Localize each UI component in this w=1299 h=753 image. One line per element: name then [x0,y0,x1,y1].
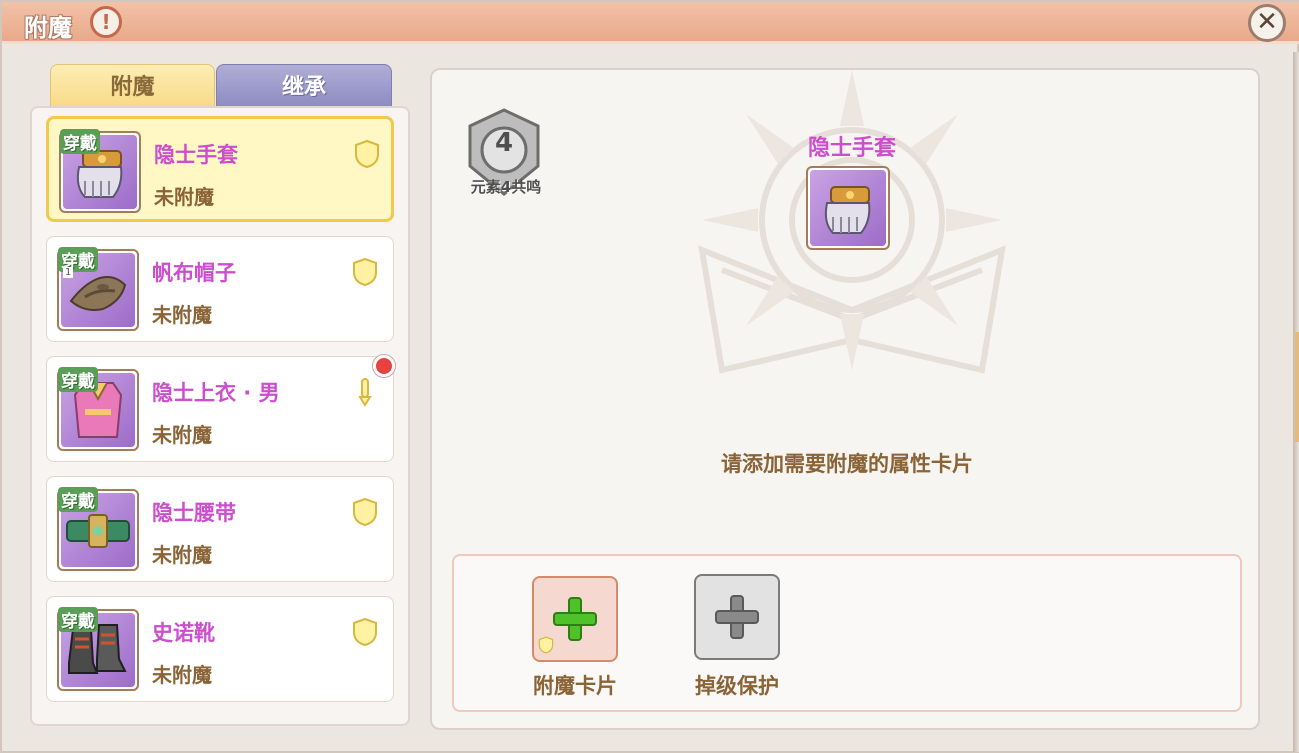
item-name: 隐士上衣 · 男 [152,381,280,405]
add-card-hint: 请添加需要附魔的属性卡片 [721,452,973,476]
item-status: 未附魔 [154,185,214,209]
notification-dot [373,355,395,377]
list-item-hermit-gloves[interactable]: 穿戴 隐士手套 未附魔 [46,116,394,222]
item-icon-frame: 穿戴 [57,487,139,571]
item-name: 隐士腰带 [152,501,236,525]
enchant-window: 附魔 ! ✕ 附魔 继承 穿戴 隐士手套 未附魔 穿戴 1 帆布帽子 未附魔 穿… [0,0,1299,753]
info-alert-icon[interactable]: ! [90,6,122,38]
refine-level: 1 [63,267,74,278]
title-bar: 附魔 ! ✕ [2,2,1299,44]
resonance-level: 4 [494,128,514,158]
tab-enchant[interactable]: 附魔 [50,64,215,108]
shield-icon [538,636,554,654]
equipped-badge: 穿戴 [58,487,98,512]
enchant-card-slot[interactable] [532,576,618,662]
selected-item-name: 隐士手套 [807,136,896,161]
close-button[interactable]: ✕ [1248,4,1286,42]
enchant-slots: 附魔卡片 掉级保护 [452,554,1242,712]
item-name: 帆布帽子 [152,261,236,285]
item-icon-frame: 穿戴 1 [57,247,139,331]
plus-icon [715,595,759,639]
gauntlet-icon [810,170,886,246]
tab-inherit[interactable]: 继承 [216,64,392,108]
key-icon [358,378,372,407]
item-status: 未附魔 [152,543,212,567]
enchant-card-label: 附魔卡片 [533,674,617,698]
list-item-canvas-hat[interactable]: 穿戴 1 帆布帽子 未附魔 [46,236,394,342]
enchant-detail-panel: 4 元素4共鸣 隐士手套 请添加需要附魔的属性卡片 附魔卡片 掉级保护 [430,68,1260,730]
list-item-snow-boots[interactable]: 穿戴 史诺靴 未附魔 [46,596,394,702]
item-name: 隐士手套 [154,143,238,167]
shield-icon [353,497,377,527]
shield-icon [353,257,377,287]
item-status: 未附魔 [152,423,212,447]
window-edge-accent [1295,332,1299,442]
shield-icon [353,617,377,647]
downgrade-protection-label: 掉级保护 [695,674,779,698]
item-name: 史诺靴 [152,621,215,645]
equipment-list: 穿戴 隐士手套 未附魔 穿戴 1 帆布帽子 未附魔 穿戴 隐士上衣 · 男 未附… [30,106,410,726]
item-icon-frame: 穿戴 [59,129,141,213]
list-item-hermit-belt[interactable]: 穿戴 隐士腰带 未附魔 [46,476,394,582]
shield-icon [355,139,379,169]
downgrade-protection-slot[interactable] [694,574,780,660]
equipped-badge: 穿戴 [60,129,100,154]
resonance-label: 元素4共鸣 [470,178,542,196]
item-icon-frame: 穿戴 [57,367,139,451]
equipped-badge: 穿戴 [58,607,98,632]
list-item-hermit-shirt[interactable]: 穿戴 隐士上衣 · 男 未附魔 [46,355,395,462]
item-status: 未附魔 [152,303,212,327]
item-icon-frame: 穿戴 [57,607,139,691]
item-status: 未附魔 [152,663,212,687]
equipped-badge: 穿戴 [58,367,98,392]
selected-item-icon-frame[interactable] [806,166,890,250]
window-title: 附魔 [24,14,72,42]
